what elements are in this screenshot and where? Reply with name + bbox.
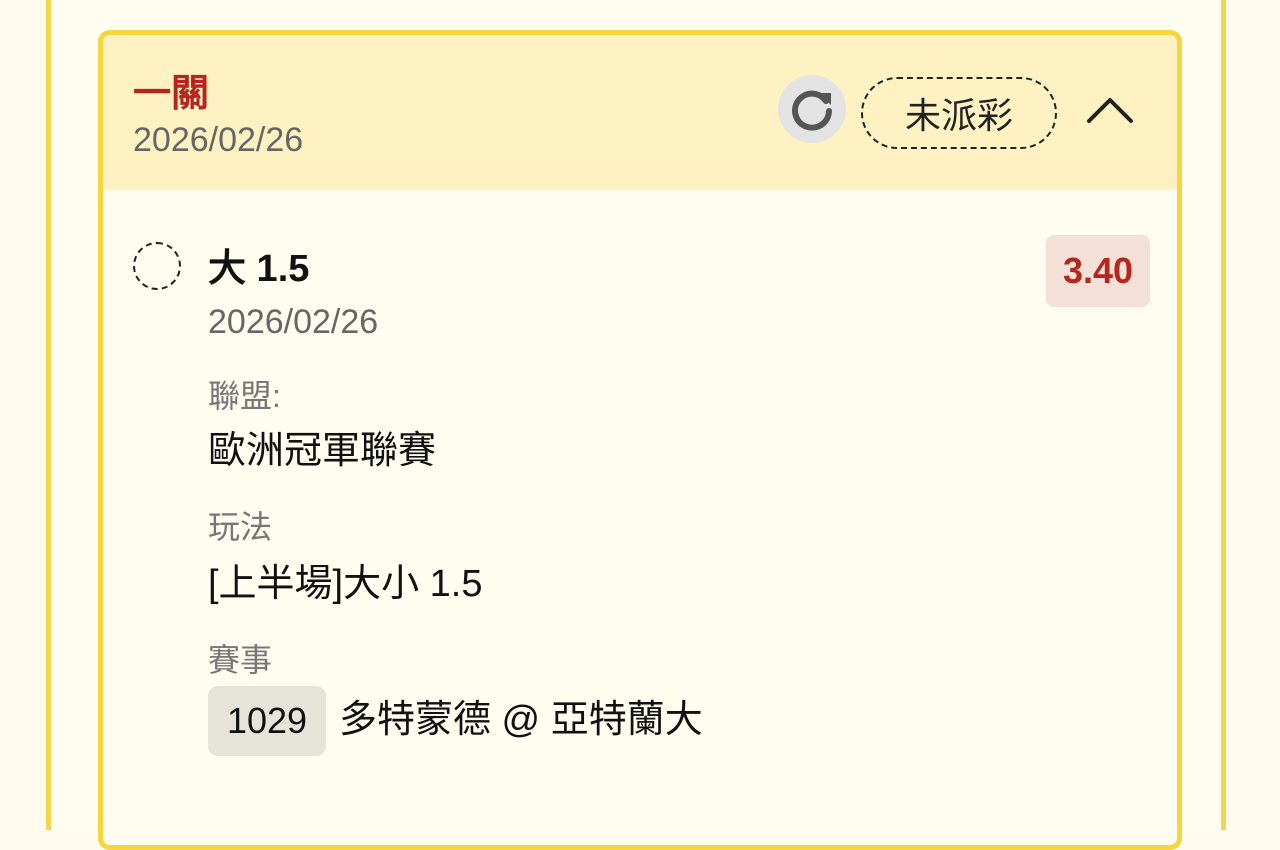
league-label: 聯盟: <box>208 378 281 414</box>
refresh-icon <box>792 90 832 131</box>
match-code-badge: 1029 <box>208 686 326 756</box>
refresh-button[interactable] <box>778 75 846 143</box>
league-value: 歐洲冠軍聯賽 <box>208 430 437 472</box>
selection-name: 大 1.5 <box>208 248 310 290</box>
bet-card-header[interactable]: 一關 2026/02/26 未派彩 <box>103 35 1177 190</box>
match-teams: 多特蒙德 @ 亞特蘭大 <box>339 699 703 741</box>
chevron-up-icon <box>1087 98 1133 123</box>
market-label: 玩法 <box>208 509 273 545</box>
event-label: 賽事 <box>208 642 273 678</box>
market-value: [上半場]大小 1.5 <box>208 563 483 605</box>
bet-type-title: 一關 <box>133 73 210 115</box>
odds-badge: 3.40 <box>1046 235 1150 307</box>
dashed-circle-icon <box>133 242 181 290</box>
collapse-button[interactable] <box>1085 89 1135 131</box>
selection-date: 2026/02/26 <box>208 303 379 341</box>
bet-slip-card: 一關 2026/02/26 未派彩 大 1.5 2026/02/26 3.40 … <box>98 30 1182 850</box>
bet-date: 2026/02/26 <box>133 121 304 159</box>
status-badge: 未派彩 <box>861 77 1057 149</box>
